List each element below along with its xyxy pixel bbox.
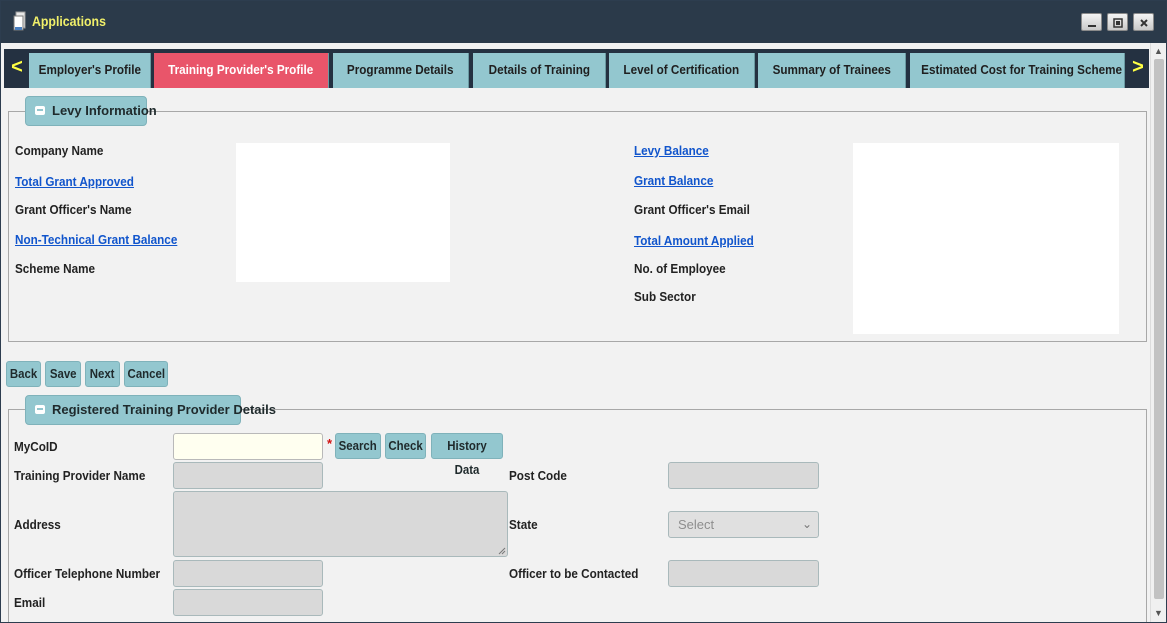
scroll-down-icon[interactable]: ▼ (1154, 608, 1163, 618)
levy-right-values-panel (853, 143, 1119, 334)
training-provider-name-input[interactable] (173, 462, 323, 489)
email-label: Email (14, 595, 46, 610)
back-button[interactable]: Back (6, 361, 41, 387)
state-select-value: Select (678, 517, 715, 532)
minimize-button[interactable] (1081, 13, 1102, 31)
training-provider-title: Registered Training Provider Details (52, 402, 276, 417)
tab-employers-profile[interactable]: Employer's Profile (29, 53, 151, 88)
tab-training-providers-profile[interactable]: Training Provider's Profile (154, 53, 329, 88)
levy-information-title: Levy Information (52, 103, 157, 118)
tab-scroll-right-button[interactable]: > (1127, 49, 1149, 88)
scroll-up-icon[interactable]: ▲ (1154, 46, 1163, 56)
tab-level-of-certification[interactable]: Level of Certification (609, 53, 755, 88)
company-name-label: Company Name (15, 143, 104, 158)
post-code-input[interactable] (668, 462, 819, 489)
officer-telephone-input[interactable] (173, 560, 323, 587)
state-select[interactable]: Select ⌄ (668, 511, 819, 538)
scroll-thumb[interactable] (1154, 59, 1164, 599)
resize-handle-icon[interactable] (498, 547, 506, 555)
state-label: State (509, 517, 538, 532)
email-input[interactable] (173, 589, 323, 616)
levy-balance-link[interactable]: Levy Balance (634, 143, 709, 158)
history-data-button[interactable]: History Data (431, 433, 503, 477)
grant-officer-email-label: Grant Officer's Email (634, 202, 750, 217)
officer-to-be-contacted-input[interactable] (668, 560, 819, 587)
title-bar: Applications (1, 1, 1166, 43)
grant-balance-link[interactable]: Grant Balance (634, 173, 713, 188)
officer-telephone-label: Officer Telephone Number (14, 566, 161, 581)
next-button[interactable]: Next (85, 361, 120, 387)
training-provider-name-label: Training Provider Name (14, 468, 146, 483)
search-button[interactable]: Search (335, 433, 381, 459)
tab-scroll-left-button[interactable]: < (6, 49, 28, 88)
tab-estimated-cost[interactable]: Estimated Cost for Training Scheme (910, 53, 1125, 88)
save-button[interactable]: Save (45, 361, 81, 387)
tab-bar: < Employer's Profile Training Provider's… (4, 49, 1149, 88)
tab-details-of-training[interactable]: Details of Training (473, 53, 606, 88)
levy-information-header[interactable]: Levy Information (25, 96, 157, 126)
chevron-down-icon: ⌄ (801, 517, 812, 531)
mycoid-input[interactable] (173, 433, 323, 460)
total-grant-approved-link[interactable]: Total Grant Approved (15, 174, 134, 189)
applications-window: Applications < Employer's Profile Traini… (0, 0, 1167, 623)
restore-icon (1112, 18, 1123, 28)
sub-sector-label: Sub Sector (634, 289, 696, 304)
training-provider-header[interactable]: Registered Training Provider Details (25, 395, 276, 425)
levy-left-values-panel (236, 143, 450, 282)
total-amount-applied-link[interactable]: Total Amount Applied (634, 233, 754, 248)
address-label: Address (14, 517, 61, 532)
check-button[interactable]: Check (385, 433, 426, 459)
post-code-label: Post Code (509, 468, 567, 483)
non-technical-grant-balance-link[interactable]: Non-Technical Grant Balance (15, 232, 177, 247)
application-icon (13, 11, 26, 31)
tab-summary-of-trainees[interactable]: Summary of Trainees (758, 53, 906, 88)
grant-officer-name-label: Grant Officer's Name (15, 202, 132, 217)
close-button[interactable] (1133, 13, 1154, 31)
close-icon (1139, 19, 1148, 27)
window-title: Applications (32, 13, 106, 29)
scheme-name-label: Scheme Name (15, 261, 96, 276)
address-textarea[interactable] (173, 491, 508, 557)
collapse-icon (35, 106, 45, 115)
collapse-icon (35, 405, 45, 414)
minimize-icon (1087, 25, 1096, 27)
no-of-employee-label: No. of Employee (634, 261, 726, 276)
mycoid-label: MyCoID (14, 439, 58, 454)
required-marker: * (327, 436, 333, 451)
officer-to-be-contacted-label: Officer to be Contacted (509, 566, 639, 581)
restore-button[interactable] (1107, 13, 1128, 31)
vertical-scrollbar[interactable]: ▲ ▼ (1150, 43, 1166, 622)
cancel-button[interactable]: Cancel (124, 361, 168, 387)
tab-programme-details[interactable]: Programme Details (333, 53, 469, 88)
